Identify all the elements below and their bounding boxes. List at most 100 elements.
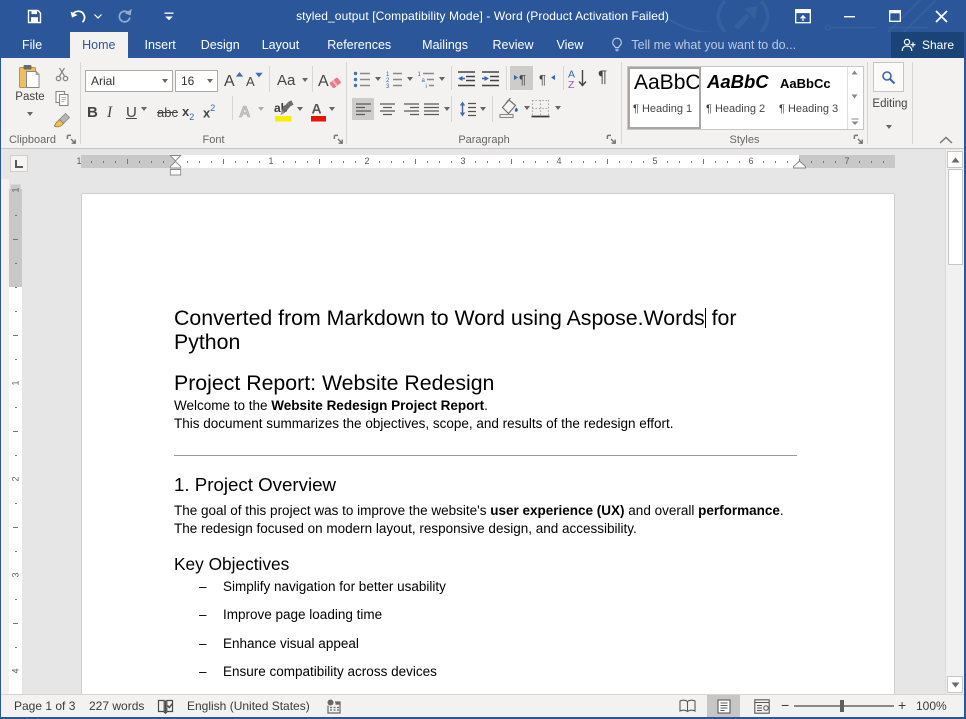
highlight-button[interactable]: ab: [274, 100, 295, 122]
web-layout-button[interactable]: [754, 699, 770, 714]
align-right-button[interactable]: [400, 98, 422, 120]
tab-insert[interactable]: Insert: [132, 32, 189, 58]
align-center-button[interactable]: [376, 98, 398, 120]
format-painter-button[interactable]: [53, 112, 71, 130]
borders-dropdown[interactable]: [555, 106, 561, 110]
rtl-text-direction-button[interactable]: ¶: [536, 66, 559, 90]
style-heading2[interactable]: AaBbC ¶ Heading 2: [701, 67, 774, 129]
find-button[interactable]: [873, 62, 904, 92]
horizontal-ruler[interactable]: 1 1 2 3 4 5 6 7: [81, 155, 895, 168]
text-effects-dropdown[interactable]: [258, 98, 274, 122]
macro-recording-status[interactable]: [326, 699, 342, 714]
editing-button[interactable]: Editing: [868, 98, 912, 110]
gallery-scroll-up-icon[interactable]: [851, 70, 858, 75]
tell-me-box[interactable]: Tell me what you want to do...: [611, 32, 796, 58]
proofing-status[interactable]: [157, 699, 174, 715]
subscript-button[interactable]: x2: [182, 103, 203, 122]
tab-mailings[interactable]: Mailings: [411, 32, 479, 58]
word-count[interactable]: 227 words: [89, 695, 144, 717]
shrink-font-button[interactable]: A: [245, 70, 263, 89]
undo-dropdown[interactable]: [94, 0, 102, 32]
scroll-thumb[interactable]: [948, 169, 963, 265]
zoom-slider-handle[interactable]: [840, 700, 844, 712]
page-indicator[interactable]: Page 1 of 3: [14, 695, 75, 717]
undo-button[interactable]: [69, 0, 88, 32]
multilevel-dropdown[interactable]: [439, 77, 445, 81]
style-heading3[interactable]: AaBbCc ¶ Heading 3: [774, 67, 847, 129]
vertical-ruler[interactable]: 1 1 2 3 4: [9, 189, 22, 694]
cut-button[interactable]: [54, 67, 70, 82]
clear-formatting-button[interactable]: A: [318, 70, 342, 90]
line-spacing-button[interactable]: [459, 98, 486, 120]
collapse-ribbon-icon[interactable]: [939, 136, 953, 144]
tab-stop-selector[interactable]: [10, 155, 28, 172]
zoom-slider[interactable]: [794, 705, 894, 707]
increase-indent-button[interactable]: [481, 70, 500, 88]
multilevel-list-button[interactable]: 1 a i: [417, 70, 445, 88]
paragraph-dialog-launcher[interactable]: [605, 133, 617, 145]
underline-dropdown[interactable]: [141, 98, 157, 122]
font-dialog-launcher[interactable]: [332, 133, 344, 145]
line-spacing-dropdown[interactable]: [480, 107, 486, 111]
font-size-dropdown[interactable]: [202, 71, 217, 91]
paste-button[interactable]: Paste: [9, 62, 51, 140]
numbering-dropdown[interactable]: [407, 77, 413, 81]
vertical-scrollbar[interactable]: [945, 150, 964, 694]
zoom-out-button[interactable]: −: [781, 694, 789, 716]
copy-button[interactable]: [54, 90, 70, 107]
font-color-dropdown[interactable]: [327, 98, 342, 122]
highlight-dropdown[interactable]: [295, 98, 310, 122]
tab-file[interactable]: File: [9, 32, 55, 58]
indent-markers[interactable]: [169, 154, 182, 176]
right-indent-marker[interactable]: [792, 160, 807, 169]
share-button[interactable]: Share: [891, 32, 964, 58]
justify-button[interactable]: [424, 98, 450, 120]
style-heading1[interactable]: AaBbCc ¶ Heading 1: [628, 67, 701, 129]
justify-dropdown[interactable]: [444, 107, 450, 111]
superscript-button[interactable]: x2: [203, 103, 226, 122]
scroll-up-button[interactable]: [947, 151, 963, 168]
document-page[interactable]: Converted from Markdown to Word using As…: [81, 193, 895, 694]
zoom-in-button[interactable]: +: [898, 694, 906, 716]
align-left-button[interactable]: [352, 98, 374, 120]
numbering-button[interactable]: 1 2 3: [385, 70, 413, 88]
customize-qat-button[interactable]: [164, 0, 174, 32]
gallery-scroll-down-icon[interactable]: [851, 94, 858, 99]
ltr-text-direction-button[interactable]: ¶: [510, 66, 533, 90]
shading-button[interactable]: [498, 96, 530, 120]
save-button[interactable]: [27, 0, 42, 32]
bullets-button[interactable]: [353, 70, 381, 88]
tab-review[interactable]: Review: [482, 32, 545, 58]
minimize-button[interactable]: [826, 0, 872, 32]
close-button[interactable]: [918, 0, 964, 32]
font-color-button[interactable]: A: [310, 100, 327, 122]
font-size-combo[interactable]: 16: [175, 70, 218, 92]
tab-layout[interactable]: Layout: [251, 32, 311, 58]
text-effects-button[interactable]: A: [239, 104, 258, 122]
font-name-combo[interactable]: Arial: [85, 70, 173, 92]
redo-button[interactable]: [116, 0, 133, 32]
borders-button[interactable]: [531, 96, 561, 120]
print-layout-button[interactable]: [707, 695, 740, 717]
grow-font-button[interactable]: A: [223, 70, 243, 89]
zoom-level[interactable]: 100%: [916, 695, 947, 717]
tab-references[interactable]: References: [316, 32, 402, 58]
tab-view[interactable]: View: [546, 32, 595, 58]
decrease-indent-button[interactable]: [457, 70, 476, 88]
tab-design[interactable]: Design: [190, 32, 251, 58]
ribbon-display-options-button[interactable]: [780, 0, 826, 32]
show-hide-pilcrow-button[interactable]: ¶: [598, 67, 607, 87]
language-status[interactable]: English (United States): [187, 695, 310, 717]
tab-home[interactable]: Home: [70, 32, 127, 58]
underline-button[interactable]: U: [126, 104, 141, 122]
styles-dialog-launcher[interactable]: [852, 133, 864, 145]
editing-dropdown[interactable]: [886, 116, 892, 134]
maximize-button[interactable]: [872, 0, 918, 32]
bold-button[interactable]: B: [87, 104, 107, 122]
shading-dropdown[interactable]: [524, 106, 530, 110]
change-case-button[interactable]: Aa: [277, 70, 308, 89]
italic-button[interactable]: I: [107, 104, 126, 122]
sort-button[interactable]: A Z: [568, 68, 589, 89]
read-mode-button[interactable]: [679, 699, 696, 713]
clipboard-dialog-launcher[interactable]: [65, 133, 77, 145]
